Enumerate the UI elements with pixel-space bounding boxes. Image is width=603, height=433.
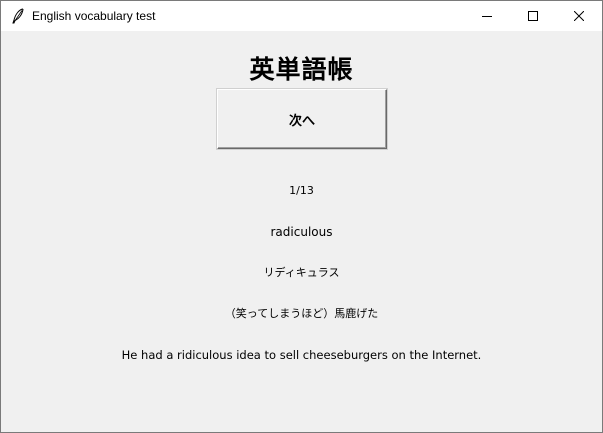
page-title: 英単語帳: [249, 55, 354, 84]
window-title: English vocabulary test: [32, 9, 156, 23]
close-button[interactable]: [556, 1, 602, 31]
feather-icon: [11, 8, 25, 24]
maximize-button[interactable]: [510, 1, 556, 31]
title-bar[interactable]: English vocabulary test: [1, 1, 602, 31]
minimize-icon: [482, 16, 492, 17]
progress-label: 1/13: [289, 184, 314, 197]
maximize-icon: [528, 11, 538, 21]
app-window: English vocabulary test 英単語帳 次へ 1/13 rad…: [0, 0, 603, 433]
next-button[interactable]: 次へ: [217, 89, 387, 149]
reading-label: リディキュラス: [263, 266, 340, 279]
minimize-button[interactable]: [464, 1, 510, 31]
main-content: 英単語帳 次へ 1/13 radiculous リディキュラス （笑ってしまうほ…: [1, 31, 602, 432]
meaning-label: （笑ってしまうほど）馬鹿げた: [224, 307, 379, 320]
close-icon: [574, 11, 584, 21]
example-sentence: He had a ridiculous idea to sell cheeseb…: [121, 348, 482, 362]
word-label: radiculous: [270, 225, 333, 239]
